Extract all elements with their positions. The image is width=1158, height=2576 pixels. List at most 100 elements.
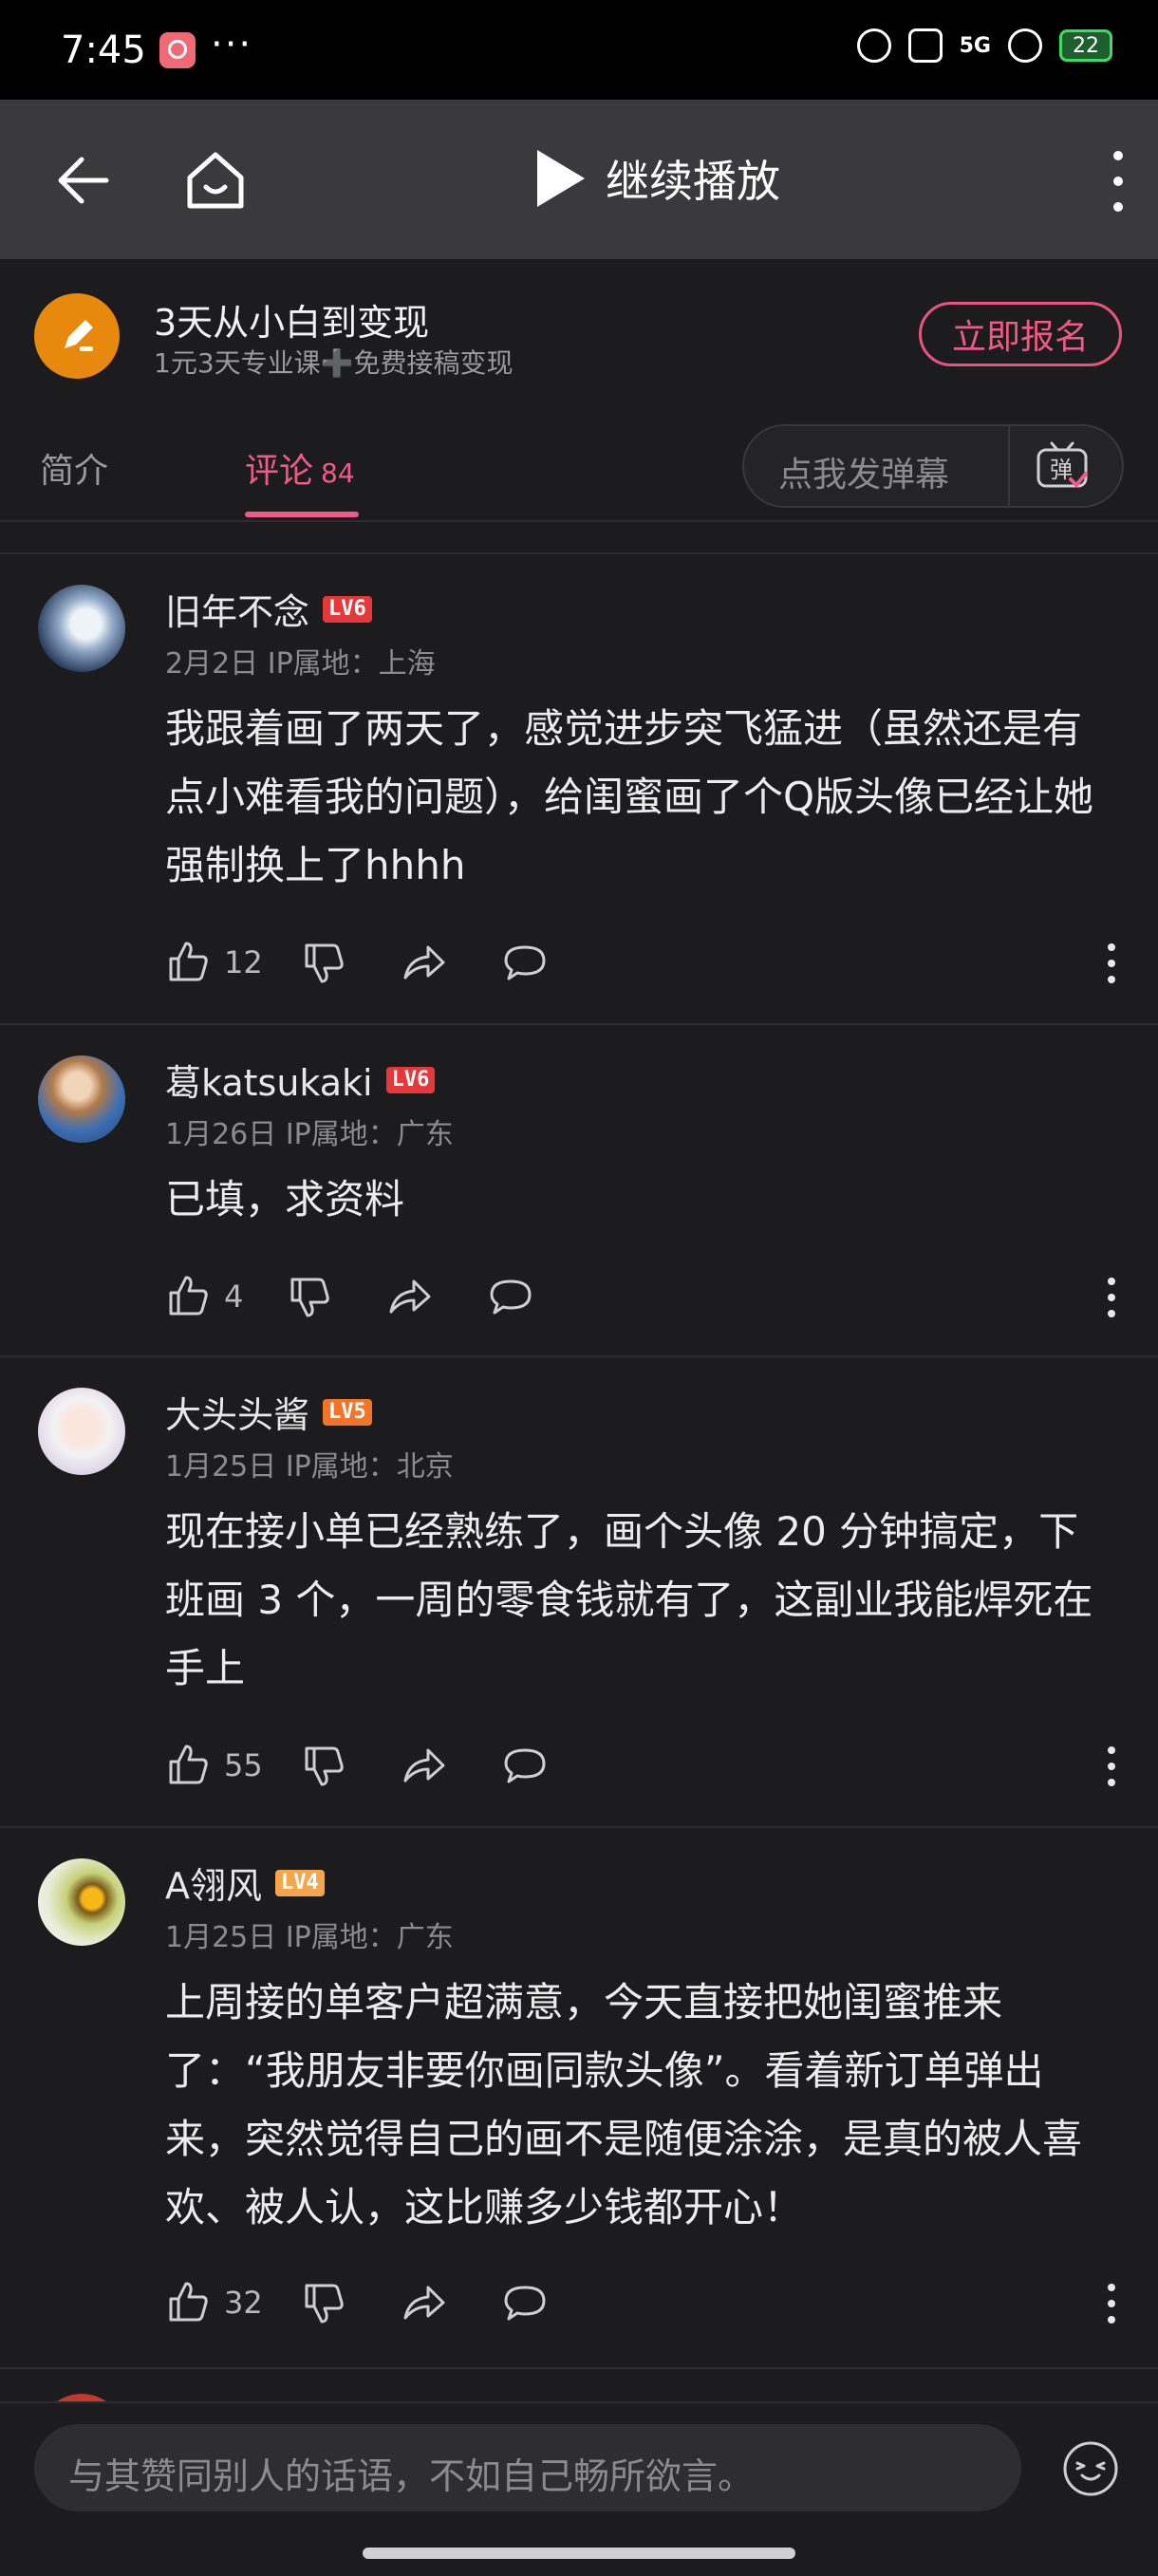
level-badge: LV4: [275, 1869, 325, 1896]
top-nav-bar: 继续播放: [0, 100, 1158, 259]
comment-more-icon[interactable]: [1105, 943, 1118, 983]
comment-text: 上周接的单客户超满意，今天直接把她闺蜜推来了：“我朋友非要你画同款头像”。看着新…: [165, 1979, 1083, 2231]
comment-more-icon[interactable]: [1105, 2284, 1118, 2324]
comment-item: 旧年不念 LV6 2月2日 IP属地：上海 我跟着画了两天了，感觉进步突飞猛进（虽…: [0, 552, 1158, 1025]
pencil-icon: [34, 293, 120, 379]
promo-title: 3天从小白到变现: [154, 302, 430, 344]
thumbs-down-icon: [305, 943, 344, 983]
tab-intro[interactable]: 简介: [40, 443, 108, 493]
comment-meta: 1月25日 IP属地：北京: [165, 1443, 454, 1484]
dislike-button[interactable]: [287, 1274, 332, 1319]
comment-item-partial: [0, 2367, 1158, 2403]
active-tab-indicator: [245, 512, 359, 517]
share-button[interactable]: [402, 1743, 447, 1788]
comment-meta: 1月25日 IP属地：广东: [165, 1913, 454, 1955]
comment-item: 大头头酱 LV5 1月25日 IP属地：北京 现在接小单已经熟练了，画个头像 20…: [0, 1355, 1158, 1828]
comment-text: 已填，求资料: [165, 1176, 405, 1223]
comment-composer-bar: 与其赞同别人的话语，不如自己畅所欲言。: [0, 2401, 1158, 2576]
comment-date: 1月25日: [165, 1921, 277, 1954]
reply-button[interactable]: [502, 2280, 548, 2325]
dislike-button[interactable]: [301, 940, 346, 985]
more-notifications-icon: ···: [211, 23, 253, 66]
comment-meta: 2月2日 IP属地：上海: [165, 640, 436, 681]
comment-actions: 12: [165, 934, 548, 991]
thumbs-down-icon: [290, 1278, 329, 1317]
comment-date: 2月2日: [165, 647, 259, 681]
username[interactable]: 葛katsukaki: [165, 1054, 373, 1106]
thumbs-down-icon: [305, 2284, 344, 2324]
avatar[interactable]: [38, 1858, 125, 1946]
avatar[interactable]: [38, 585, 125, 672]
share-button[interactable]: [402, 940, 447, 985]
reply-button[interactable]: [502, 1743, 548, 1788]
more-options-icon[interactable]: [1109, 151, 1128, 212]
like-count: 12: [224, 944, 263, 980]
status-bar: 7:45 ··· 5G 22: [0, 0, 1158, 100]
comment-meta: 1月26日 IP属地：广东: [165, 1111, 454, 1152]
battery-icon: 22: [1059, 29, 1112, 62]
comment-ip: IP属地：广东: [285, 1921, 454, 1954]
share-icon: [389, 1279, 431, 1314]
promo-banner[interactable]: 3天从小白到变现 1元3天专业课➕免费接稿变现 立即报名: [0, 259, 1158, 411]
avatar[interactable]: [38, 1388, 125, 1475]
comment-bubble-icon: [504, 1748, 546, 1783]
comment-more-icon[interactable]: [1105, 1278, 1118, 1317]
thumbs-up-icon: [169, 2282, 208, 2322]
tab-comments[interactable]: 评论 84: [245, 443, 355, 493]
share-button[interactable]: [402, 2280, 447, 2325]
emoji-icon[interactable]: [1061, 2439, 1120, 2498]
like-button[interactable]: 55: [165, 1743, 263, 1788]
thumbs-up-icon: [169, 1745, 208, 1784]
share-button[interactable]: [387, 1274, 433, 1319]
username[interactable]: 大头头酱: [165, 1386, 309, 1438]
like-count: 55: [224, 1747, 263, 1783]
wifi-icon: [1008, 28, 1042, 63]
comment-text: 现在接小单已经熟练了，画个头像 20 分钟搞定，下班画 3 个，一周的零食钱就有…: [165, 1508, 1093, 1691]
username[interactable]: A翎风: [165, 1857, 262, 1909]
comment-input[interactable]: 与其赞同别人的话语，不如自己畅所欲言。: [34, 2424, 1021, 2511]
home-icon[interactable]: [180, 145, 251, 215]
like-button[interactable]: 4: [165, 1274, 262, 1319]
comment-actions: 55: [165, 1737, 548, 1794]
avatar[interactable]: [38, 1055, 125, 1143]
tab-comments-count: 84: [321, 457, 355, 489]
thumbs-up-icon: [169, 942, 208, 981]
like-count: 4: [224, 1279, 244, 1315]
reply-button[interactable]: [502, 940, 548, 985]
reply-button[interactable]: [488, 1274, 533, 1319]
comment-bubble-icon: [504, 945, 546, 980]
comment-more-icon[interactable]: [1105, 1746, 1118, 1786]
app-notification-icon: [159, 32, 196, 68]
comment-actions: 4: [165, 1268, 533, 1325]
vibrate-icon: [907, 28, 943, 63]
comment-bubble-icon: [504, 2286, 546, 2321]
comment-ip: IP属地：北京: [285, 1450, 454, 1484]
back-arrow-icon[interactable]: [49, 147, 116, 214]
share-icon: [403, 945, 445, 980]
username[interactable]: 旧年不念: [165, 583, 309, 635]
comment-text: 我跟着画了两天了，感觉进步突飞猛进（虽然还是有点小难看我的问题），给闺蜜画了个Q…: [165, 705, 1094, 888]
network-type-icon: 5G: [959, 33, 991, 58]
comment-date: 1月26日: [165, 1118, 277, 1151]
status-time: 7:45: [61, 28, 146, 72]
play-icon: [537, 150, 585, 207]
comment-actions: 32: [165, 2274, 548, 2331]
dislike-button[interactable]: [301, 1743, 346, 1788]
like-button[interactable]: 12: [165, 940, 263, 985]
continue-play-label: 继续播放: [606, 156, 780, 207]
like-button[interactable]: 32: [165, 2280, 263, 2325]
thumbs-up-icon: [169, 1276, 208, 1316]
dislike-button[interactable]: [301, 2280, 346, 2325]
share-icon: [403, 2286, 445, 2320]
comment-bubble-icon: [490, 1279, 532, 1315]
danmaku-bar: 点我发弹幕 弹: [742, 424, 1124, 508]
comment-item: 葛katsukaki LV6 1月26日 IP属地：广东 已填，求资料 4: [0, 1023, 1158, 1357]
danmaku-toggle-icon[interactable]: 弹: [1035, 439, 1090, 493]
thumbs-down-icon: [305, 1746, 344, 1786]
signup-button[interactable]: 立即报名: [919, 302, 1122, 366]
continue-play-button[interactable]: 继续播放: [537, 147, 780, 210]
home-indicator: [363, 2548, 795, 2559]
divider: [1008, 426, 1010, 506]
comment-item: A翎风 LV4 1月25日 IP属地：广东 上周接的单客户超满意，今天直接把她闺蜜…: [0, 1826, 1158, 2367]
danmaku-input[interactable]: 点我发弹幕: [778, 447, 949, 496]
